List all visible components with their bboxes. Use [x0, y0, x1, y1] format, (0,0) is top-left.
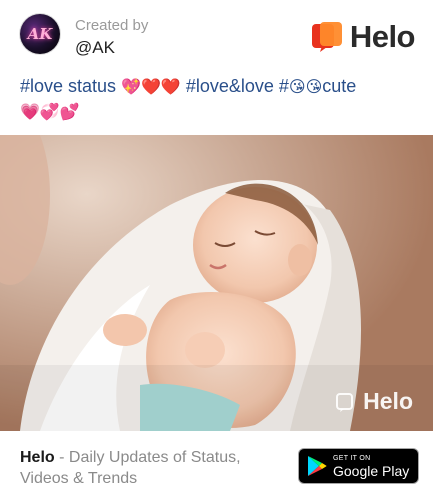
baby-photo: [0, 135, 433, 431]
post-header: AK Created by @AK Helo: [0, 0, 433, 70]
google-play-button[interactable]: GET IT ON Google Play: [298, 448, 419, 484]
avatar-initials: AK: [27, 25, 53, 43]
helo-logo-text: Helo: [349, 19, 416, 54]
caption-emoji-3: 💗💞💕: [20, 102, 80, 121]
caption-emoji-1: 💖❤️❤️: [121, 77, 181, 96]
helo-logo-icon: [311, 22, 342, 52]
helo-watermark: Helo: [335, 388, 413, 415]
caption-text-1[interactable]: #love status: [20, 76, 121, 96]
helo-watermark-text: Helo: [363, 388, 413, 414]
caption-text-3[interactable]: cute: [322, 76, 356, 96]
creator-avatar[interactable]: AK: [20, 14, 60, 54]
promo-footer: Helo - Daily Updates of Status, Videos &…: [0, 431, 433, 500]
promo-brand: Helo: [20, 449, 55, 466]
helo-watermark-icon: [336, 392, 354, 412]
post-photo[interactable]: Helo: [0, 135, 433, 431]
google-play-big-text: Google Play: [333, 462, 410, 479]
created-by-label: Created by: [75, 17, 149, 34]
google-play-small-text: GET IT ON: [333, 454, 371, 462]
creator-handle[interactable]: @AK: [75, 38, 115, 58]
caption-emoji-2: 😘😘: [288, 77, 323, 96]
helo-logo: Helo: [310, 19, 416, 54]
promo-text: Helo - Daily Updates of Status, Videos &…: [20, 447, 270, 489]
google-play-icon: [308, 456, 327, 476]
post-caption: #love status 💖❤️❤️ #love&love #😘😘cute 💗💞…: [20, 74, 420, 124]
caption-text-2[interactable]: #love&love #: [181, 76, 289, 96]
